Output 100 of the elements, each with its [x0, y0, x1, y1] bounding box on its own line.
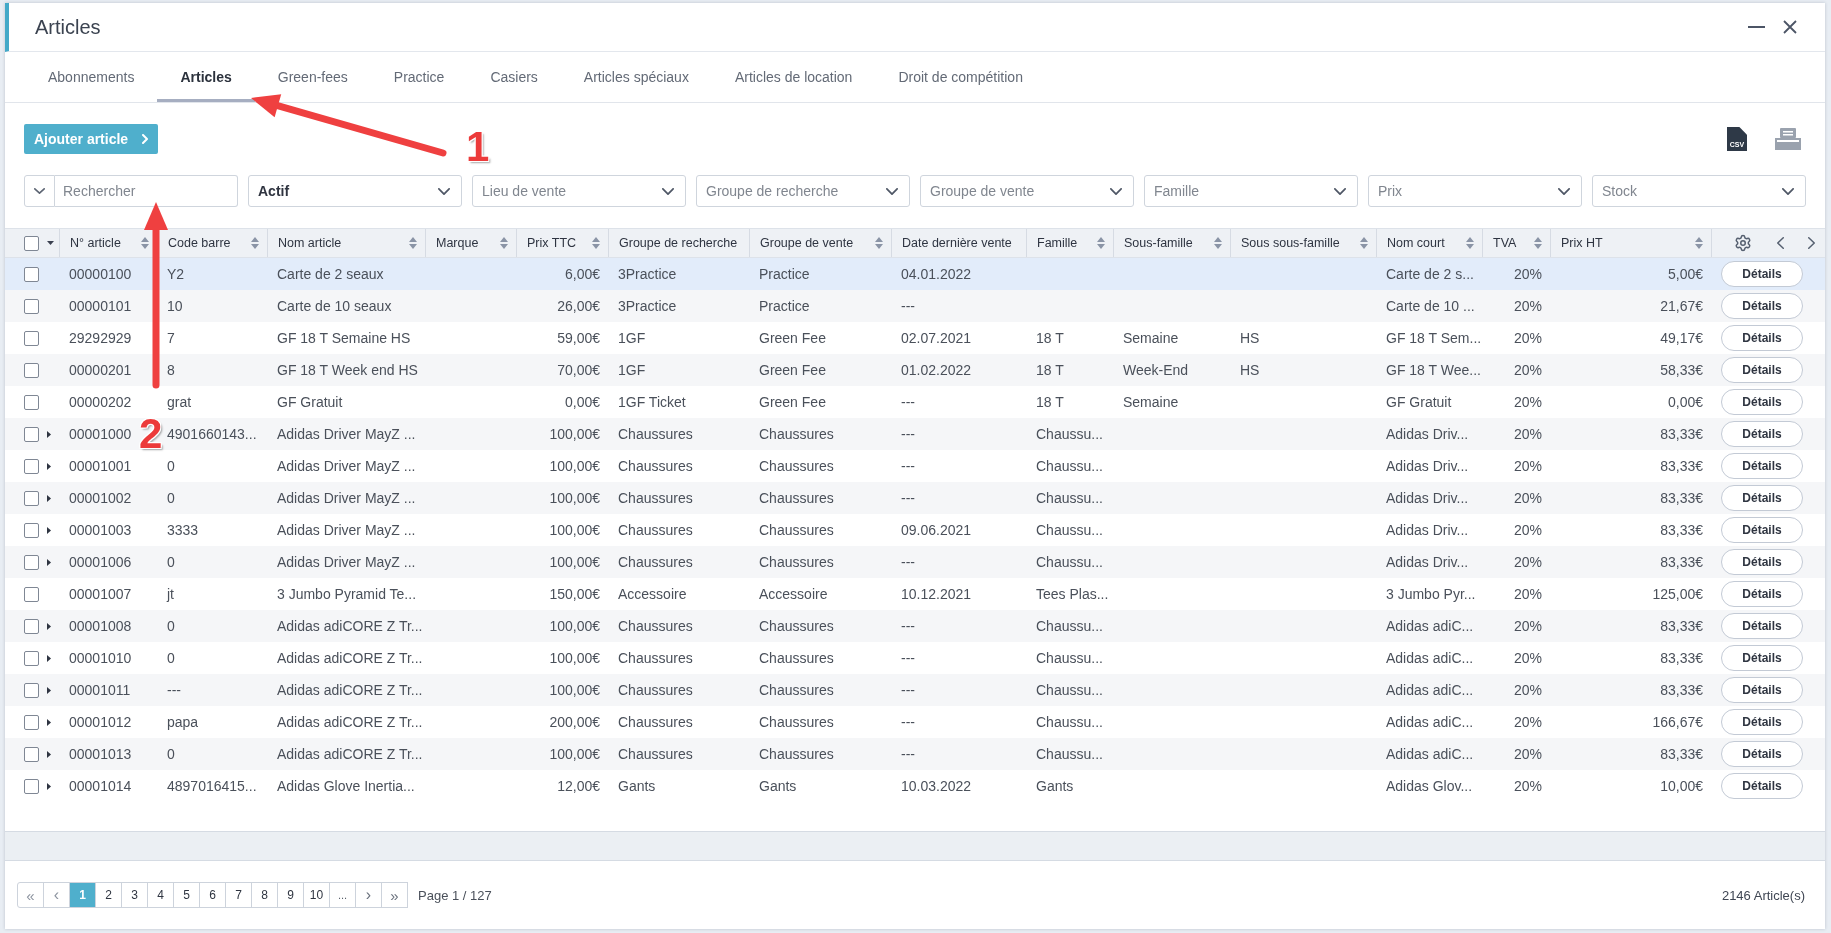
expand-caret-icon[interactable] — [47, 686, 51, 694]
column-header[interactable]: TVA — [1482, 229, 1550, 257]
close-button[interactable] — [1783, 20, 1797, 34]
next-page-button[interactable]: › — [355, 882, 382, 908]
select-field[interactable]: Prix — [1368, 175, 1582, 207]
expand-caret-icon[interactable] — [47, 718, 51, 726]
tray-button[interactable] — [1775, 128, 1801, 150]
row-checkbox[interactable] — [24, 682, 39, 698]
table-row[interactable]: 00001006 0 Adidas Driver MayZ ... 100,00€ Chaussures Chaussures --- Chaussu... Adidas Driv... 20% 83,33€ Détails — [5, 546, 1825, 578]
table-row[interactable]: 00001011 --- Adidas adiCORE Z Tr... 100,00€ Chaussures Chaussures --- Chaussu... Adidas adiC... 20% 83,33€ Détails — [5, 674, 1825, 706]
chevron-left-icon[interactable] — [1776, 237, 1784, 249]
page-button[interactable]: 7 — [225, 882, 252, 908]
expand-caret-icon[interactable] — [47, 782, 51, 790]
table-row[interactable]: 00000202 grat GF Gratuit 0,00€ 1GF Ticket Green Fee --- 18 T Semaine GF Gratuit 20% 0,00€ Détails — [5, 386, 1825, 418]
tab[interactable]: Articles spéciaux — [560, 52, 712, 102]
table-row[interactable]: 00000201 8 GF 18 T Week end HS 70,00€ 1GF Green Fee 01.02.2022 18 T Week-End HS GF 18 T Wee... 20% 58,33€ Détails — [5, 354, 1825, 386]
details-button[interactable]: Détails — [1721, 261, 1803, 287]
sort-icon[interactable] — [1360, 237, 1368, 249]
caret-down-icon[interactable] — [47, 241, 54, 245]
select-field[interactable]: Groupe de vente — [920, 175, 1134, 207]
select-field[interactable]: Actif — [248, 175, 462, 207]
details-button[interactable]: Détails — [1721, 517, 1803, 543]
expand-caret-icon[interactable] — [47, 462, 51, 470]
table-row[interactable]: 00001010 0 Adidas adiCORE Z Tr... 100,00€ Chaussures Chaussures --- Chaussu... Adidas adiC... 20% 83,33€ Détails — [5, 642, 1825, 674]
column-header[interactable]: Marque — [425, 229, 516, 257]
details-button[interactable]: Détails — [1721, 549, 1803, 575]
sort-icon[interactable] — [409, 237, 417, 249]
page-button[interactable]: 8 — [251, 882, 278, 908]
sort-icon[interactable] — [1695, 237, 1703, 249]
expand-caret-icon[interactable] — [47, 558, 51, 566]
expand-caret-icon[interactable] — [47, 494, 51, 502]
settings-icon[interactable] — [1734, 234, 1752, 252]
row-checkbox[interactable] — [24, 714, 39, 730]
expand-caret-icon[interactable] — [47, 654, 51, 662]
tab[interactable]: Casiers — [467, 52, 561, 102]
sort-icon[interactable] — [251, 237, 259, 249]
details-button[interactable]: Détails — [1721, 357, 1803, 383]
row-checkbox[interactable] — [24, 298, 39, 314]
column-header[interactable]: Groupe de vente — [749, 229, 891, 257]
sort-icon[interactable] — [1466, 237, 1474, 249]
details-button[interactable]: Détails — [1721, 613, 1803, 639]
select-field[interactable]: Groupe de recherche — [696, 175, 910, 207]
details-button[interactable]: Détails — [1721, 645, 1803, 671]
column-header[interactable]: Prix HT — [1550, 229, 1711, 257]
sort-icon[interactable] — [500, 237, 508, 249]
column-header[interactable]: Famille — [1026, 229, 1113, 257]
row-checkbox[interactable] — [24, 266, 39, 282]
sort-icon[interactable] — [1097, 237, 1105, 249]
sort-icon[interactable] — [592, 237, 600, 249]
page-button[interactable]: 4 — [147, 882, 174, 908]
row-checkbox[interactable] — [24, 778, 39, 794]
row-checkbox[interactable] — [24, 554, 39, 570]
table-row[interactable]: 00001001 0 Adidas Driver MayZ ... 100,00€ Chaussures Chaussures --- Chaussu... Adidas Driv... 20% 83,33€ Détails — [5, 450, 1825, 482]
select-field[interactable]: Lieu de vente — [472, 175, 686, 207]
column-header[interactable]: Sous-famille — [1113, 229, 1230, 257]
table-row[interactable]: 00000100 Y2 Carte de 2 seaux 6,00€ 3Practice Practice 04.01.2022 Carte de 2 s... 20% 5,00€ Détails — [5, 258, 1825, 290]
search-mode-dropdown[interactable] — [24, 175, 55, 207]
table-row[interactable]: 00001003 3333 Adidas Driver MayZ ... 100,00€ Chaussures Chaussures 09.06.2021 Chaussu... Adidas Driv... 20% 83,33€ Détails — [5, 514, 1825, 546]
page-button[interactable]: 6 — [199, 882, 226, 908]
table-row[interactable]: 00001007 jt 3 Jumbo Pyramid Te... 150,00€ Accessoire Accessoire 10.12.2021 Tees Plas... 3 Jumbo Pyr... 20% 125,00€ Détails — [5, 578, 1825, 610]
select-field[interactable]: Stock — [1592, 175, 1806, 207]
row-checkbox[interactable] — [24, 650, 39, 666]
last-page-button[interactable]: » — [381, 882, 408, 908]
sort-icon[interactable] — [141, 237, 149, 249]
search-field[interactable]: Rechercher — [55, 175, 238, 207]
table-row[interactable]: 00000101 10 Carte de 10 seaux 26,00€ 3Practice Practice --- Carte de 10 ... 20% 21,67€ Détails — [5, 290, 1825, 322]
tab[interactable]: Articles de location — [711, 52, 876, 102]
page-button[interactable]: 9 — [277, 882, 304, 908]
tab[interactable]: Droit de compétition — [875, 52, 1046, 102]
page-button[interactable]: 3 — [121, 882, 148, 908]
row-checkbox[interactable] — [24, 586, 39, 602]
row-checkbox[interactable] — [24, 618, 39, 634]
row-checkbox[interactable] — [24, 458, 39, 474]
table-row[interactable]: 00001002 0 Adidas Driver MayZ ... 100,00€ Chaussures Chaussures --- Chaussu... Adidas Driv... 20% 83,33€ Détails — [5, 482, 1825, 514]
expand-caret-icon[interactable] — [47, 526, 51, 534]
tab[interactable]: Articles — [157, 52, 255, 102]
sort-icon[interactable] — [875, 237, 883, 249]
expand-caret-icon[interactable] — [47, 750, 51, 758]
details-button[interactable]: Détails — [1721, 709, 1803, 735]
column-header[interactable]: Prix TTC — [516, 229, 608, 257]
expand-caret-icon[interactable] — [47, 430, 51, 438]
table-row[interactable]: 00001014 4897016415... Adidas Glove Inertia... 12,00€ Gants Gants 10.03.2022 Gants Adidas Glov... 20% 10,00€ Détails — [5, 770, 1825, 802]
row-checkbox[interactable] — [24, 362, 39, 378]
tab[interactable]: Practice — [370, 52, 468, 102]
more-pages-button[interactable]: ... — [329, 882, 356, 908]
chevron-right-icon[interactable] — [1808, 237, 1815, 249]
select-all-checkbox[interactable] — [24, 235, 39, 251]
details-button[interactable]: Détails — [1721, 389, 1803, 415]
details-button[interactable]: Détails — [1721, 453, 1803, 479]
column-header[interactable]: Nom court — [1376, 229, 1482, 257]
details-button[interactable]: Détails — [1721, 325, 1803, 351]
page-button[interactable]: 10 — [303, 882, 330, 908]
page-button[interactable]: 2 — [95, 882, 122, 908]
row-checkbox[interactable] — [24, 394, 39, 410]
tab[interactable]: Abonnements — [25, 52, 158, 102]
details-button[interactable]: Détails — [1721, 741, 1803, 767]
sort-icon[interactable] — [1534, 237, 1542, 249]
row-checkbox[interactable] — [24, 330, 39, 346]
column-header[interactable]: Nom article — [267, 229, 425, 257]
details-button[interactable]: Détails — [1721, 421, 1803, 447]
